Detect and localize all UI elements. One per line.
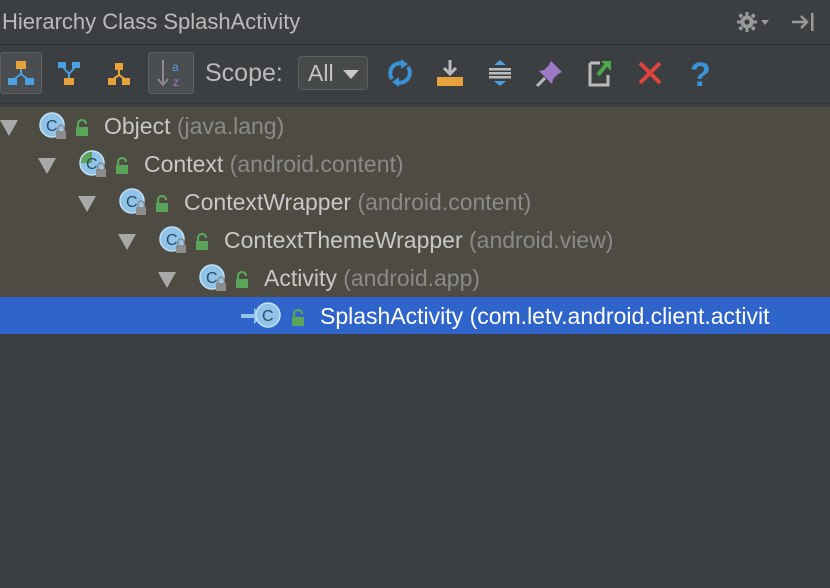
scope-label: Scope: <box>205 59 283 87</box>
hierarchy-toolbar: a z Scope: All ? <box>0 45 830 104</box>
svg-text:z: z <box>173 75 179 89</box>
title-bar: Hierarchy Class SplashActivity <box>0 0 830 45</box>
scope-value: All <box>308 59 334 86</box>
public-lock-icon <box>76 119 88 136</box>
class-icon: C <box>255 302 281 328</box>
subtypes-hierarchy-icon[interactable] <box>48 52 90 94</box>
panel-title: Hierarchy Class SplashActivity <box>2 9 301 34</box>
expand-arrow-icon[interactable] <box>0 120 18 136</box>
export-icon[interactable] <box>429 52 471 94</box>
hide-panel-icon[interactable] <box>786 8 820 36</box>
svg-text:?: ? <box>690 56 711 90</box>
class-icon: C <box>119 188 146 215</box>
tree-row-splashactivity[interactable]: C SplashActivity (com.letv.android.clien… <box>0 297 830 335</box>
package-name: (android.app) <box>343 265 481 291</box>
expand-arrow-icon[interactable] <box>118 234 136 250</box>
package-name: (android.content) <box>357 189 532 215</box>
class-name: Activity <box>264 265 337 291</box>
tree-row-contextwrapper[interactable]: C ContextWrapper (android.content) <box>0 183 830 221</box>
tree-row-activity[interactable]: C Activity (android.app) <box>0 259 830 297</box>
class-name: ContextWrapper <box>184 189 352 215</box>
node-label: ContextThemeWrapper (android.view) <box>224 227 613 254</box>
package-name: (android.content) <box>229 151 404 177</box>
node-label: Object (java.lang) <box>104 113 284 140</box>
svg-text:C: C <box>166 232 178 249</box>
public-lock-icon <box>156 195 168 212</box>
expand-all-icon[interactable] <box>479 52 521 94</box>
tree-empty-area <box>0 334 830 588</box>
export-to-file-icon[interactable] <box>579 52 621 94</box>
class-icon: C <box>199 264 226 291</box>
expand-arrow-icon[interactable] <box>158 272 176 288</box>
svg-text:C: C <box>262 308 274 325</box>
class-icon: C <box>39 112 66 139</box>
package-name: (android.view) <box>469 227 614 253</box>
class-hierarchy-icon[interactable] <box>98 52 140 94</box>
class-icon: C <box>159 226 186 253</box>
chevron-down-icon <box>343 70 359 79</box>
svg-text:a: a <box>172 60 179 74</box>
class-name: ContextThemeWrapper <box>224 227 463 253</box>
refresh-icon[interactable] <box>379 52 421 94</box>
public-lock-icon <box>196 233 208 250</box>
node-label: ContextWrapper (android.content) <box>184 189 531 216</box>
scope-dropdown[interactable]: All <box>298 56 368 90</box>
class-name: SplashActivity <box>320 303 464 329</box>
pin-icon[interactable] <box>529 52 571 94</box>
tree-row-contextthemewrapper[interactable]: C ContextThemeWrapper (android.view) <box>0 221 830 259</box>
svg-text:C: C <box>126 194 138 211</box>
public-lock-icon <box>236 271 248 288</box>
package-name: (java.lang) <box>176 113 285 139</box>
gear-icon[interactable] <box>736 8 770 36</box>
expand-arrow-icon[interactable] <box>78 196 96 212</box>
expand-arrow-icon[interactable] <box>38 158 56 174</box>
node-label: Context (android.content) <box>144 151 404 178</box>
sort-alphabetically-icon[interactable]: a z <box>148 52 194 94</box>
class-name: Context <box>144 151 224 177</box>
supertypes-hierarchy-icon[interactable] <box>0 52 42 94</box>
public-lock-icon <box>116 157 128 174</box>
svg-text:C: C <box>86 156 98 173</box>
package-name: (com.letv.android.client.activit <box>469 303 770 329</box>
abstract-class-icon: C <box>79 150 106 177</box>
public-lock-icon <box>292 309 304 326</box>
title-bar-actions <box>736 8 820 36</box>
tree-row-object[interactable]: C Object (java.lang) <box>0 107 830 145</box>
tree-row-context[interactable]: C Context (android.content) <box>0 145 830 183</box>
svg-text:C: C <box>46 118 58 135</box>
class-name: Object <box>104 113 171 139</box>
help-icon[interactable]: ? <box>679 52 721 94</box>
node-label: SplashActivity (com.letv.android.client.… <box>320 303 770 330</box>
close-icon[interactable] <box>629 52 671 94</box>
svg-text:C: C <box>206 270 218 287</box>
node-label: Activity (android.app) <box>264 265 480 292</box>
